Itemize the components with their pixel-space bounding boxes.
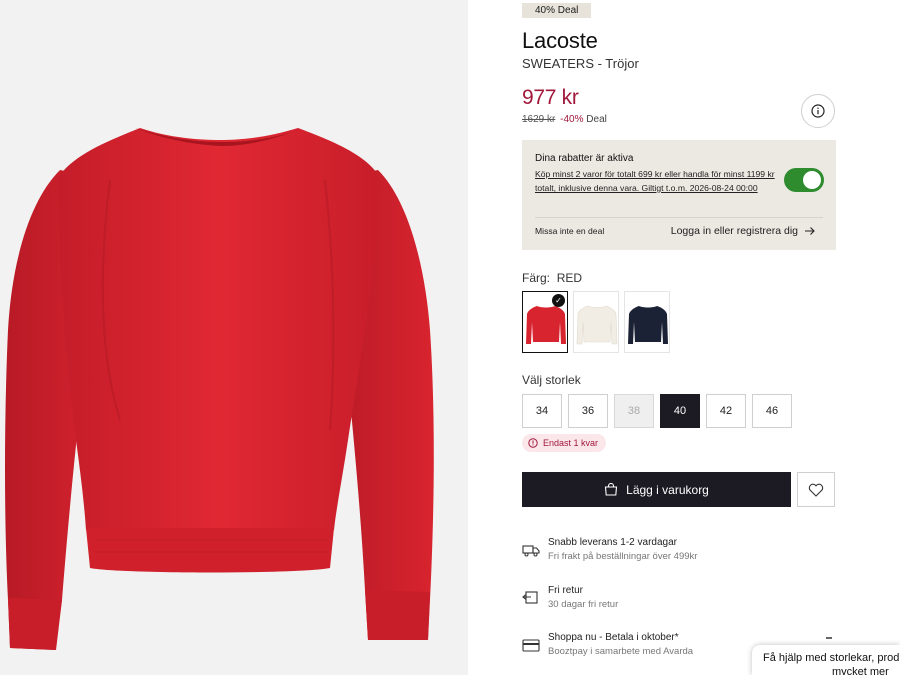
size-option-36[interactable]: 36 bbox=[568, 394, 608, 428]
login-register-link[interactable]: Logga in eller registrera dig bbox=[671, 225, 816, 237]
promo-missed-text: Missa inte en deal bbox=[535, 226, 605, 236]
size-option-46[interactable]: 46 bbox=[752, 394, 792, 428]
help-chat-bubble[interactable]: Få hjälp med storlekar, prod mycket mer bbox=[752, 645, 900, 675]
product-image[interactable] bbox=[0, 0, 468, 675]
return-icon bbox=[522, 591, 538, 604]
card-icon bbox=[522, 639, 540, 652]
size-option-42[interactable]: 42 bbox=[706, 394, 746, 428]
color-swatch-navy[interactable] bbox=[624, 291, 670, 353]
login-register-label: Logga in eller registrera dig bbox=[670, 225, 798, 237]
discount-label: Deal bbox=[586, 114, 607, 125]
color-swatch-white[interactable] bbox=[573, 291, 619, 353]
feature-payment-title: Shoppa nu - Betala i oktober* bbox=[548, 632, 679, 643]
promo-terms-link[interactable]: Köp minst 2 varor för totalt 699 kr elle… bbox=[535, 167, 775, 195]
size-option-34[interactable]: 34 bbox=[522, 394, 562, 428]
shopping-bag-icon bbox=[605, 483, 618, 496]
truck-icon bbox=[522, 545, 540, 557]
feature-delivery-subtitle: Fri frakt på beställningar över 499kr bbox=[548, 551, 698, 562]
sweater-image bbox=[5, 128, 434, 650]
size-option-40[interactable]: 40 bbox=[660, 394, 700, 428]
color-label: Färg: RED bbox=[522, 271, 582, 285]
size-label: Välj storlek bbox=[522, 373, 581, 387]
current-price: 977 kr bbox=[522, 86, 579, 109]
heart-icon bbox=[808, 483, 824, 497]
low-stock-badge: Endast 1 kvar bbox=[522, 434, 607, 452]
deal-badge: 40% Deal bbox=[522, 3, 592, 18]
size-option-38[interactable]: 38 bbox=[614, 394, 654, 428]
discount-percent: -40% bbox=[560, 114, 584, 125]
color-value: RED bbox=[556, 271, 583, 285]
wishlist-button[interactable] bbox=[797, 472, 835, 507]
promo-divider bbox=[535, 217, 823, 218]
collapse-mark bbox=[826, 637, 832, 639]
low-stock-text: Endast 1 kvar bbox=[543, 438, 599, 448]
discount-panel: Dina rabatter är aktiva Köp minst 2 varo… bbox=[522, 140, 836, 250]
price-details: 1629 kr -40% Deal bbox=[522, 114, 607, 125]
help-text-line1: Få hjälp med storlekar, prod bbox=[763, 652, 900, 664]
info-icon bbox=[811, 104, 825, 118]
promo-title: Dina rabatter är aktiva bbox=[535, 153, 634, 164]
original-price: 1629 kr bbox=[522, 114, 556, 125]
feature-delivery: Snabb leverans 1-2 vardagar Fri frakt på… bbox=[522, 537, 836, 565]
add-to-cart-button[interactable]: Lägg i varukorg bbox=[522, 472, 791, 507]
product-category: SWEATERS - Tröjor bbox=[522, 56, 639, 71]
brand-name[interactable]: Lacoste bbox=[522, 28, 598, 54]
toggle-knob bbox=[803, 171, 821, 189]
swatch-image-white bbox=[576, 305, 618, 345]
selected-check-icon: ✓ bbox=[552, 294, 565, 307]
feature-returns-title: Fri retur bbox=[548, 585, 583, 596]
discount-toggle[interactable] bbox=[784, 168, 824, 192]
color-swatch-red[interactable]: ✓ bbox=[522, 291, 568, 353]
color-label-text: Färg: bbox=[522, 271, 551, 285]
feature-payment-subtitle: Boozt­pay i samarbete med Avarda bbox=[548, 646, 694, 657]
arrow-right-icon bbox=[805, 227, 815, 235]
feature-returns: Fri retur 30 dagar fri retur bbox=[522, 585, 836, 613]
add-to-cart-label: Lägg i varukorg bbox=[626, 482, 709, 497]
feature-delivery-title: Snabb leverans 1-2 vardagar bbox=[548, 537, 677, 548]
swatch-image-navy bbox=[628, 306, 668, 344]
price-info-button[interactable] bbox=[801, 94, 835, 128]
alert-icon bbox=[528, 438, 538, 448]
feature-returns-subtitle: 30 dagar fri retur bbox=[548, 599, 619, 610]
help-text-line2: mycket mer bbox=[832, 666, 889, 675]
